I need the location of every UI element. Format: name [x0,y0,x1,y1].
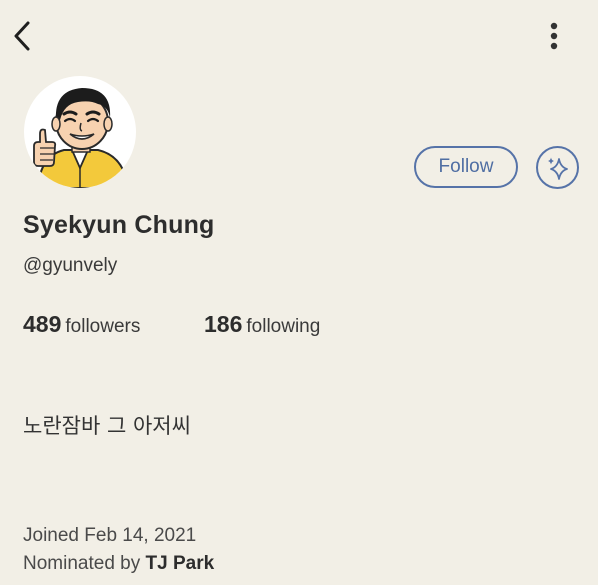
back-button[interactable] [6,16,38,56]
chevron-left-icon [14,21,30,51]
following-label: following [246,316,321,337]
sparkle-icon [547,157,568,180]
top-bar [0,0,598,72]
cartoon-avatar-image [33,88,130,188]
following-count: 186 [204,311,243,337]
followers-label: followers [65,316,141,337]
joined-date: Joined Feb 14, 2021 [23,525,197,546]
follow-button[interactable]: Follow [414,146,518,188]
followers-count: 489 [23,311,62,337]
profile-handle: @gyunvely [23,255,118,276]
profile-name: Syekyun Chung [23,211,215,239]
more-options-button[interactable] [538,16,570,56]
following-stat[interactable]: 186 following [204,311,320,338]
profile-bio: 노란잠바 그 아저씨 [23,414,191,438]
vertical-dots-icon [550,22,558,50]
sparkle-button[interactable] [536,146,579,189]
followers-stat[interactable]: 489 followers [23,311,140,338]
nominated-by: Nominated by TJ Park [23,553,214,575]
avatar[interactable] [24,76,136,188]
nominator-link[interactable]: TJ Park [146,553,215,574]
nominated-prefix: Nominated by [23,553,141,574]
